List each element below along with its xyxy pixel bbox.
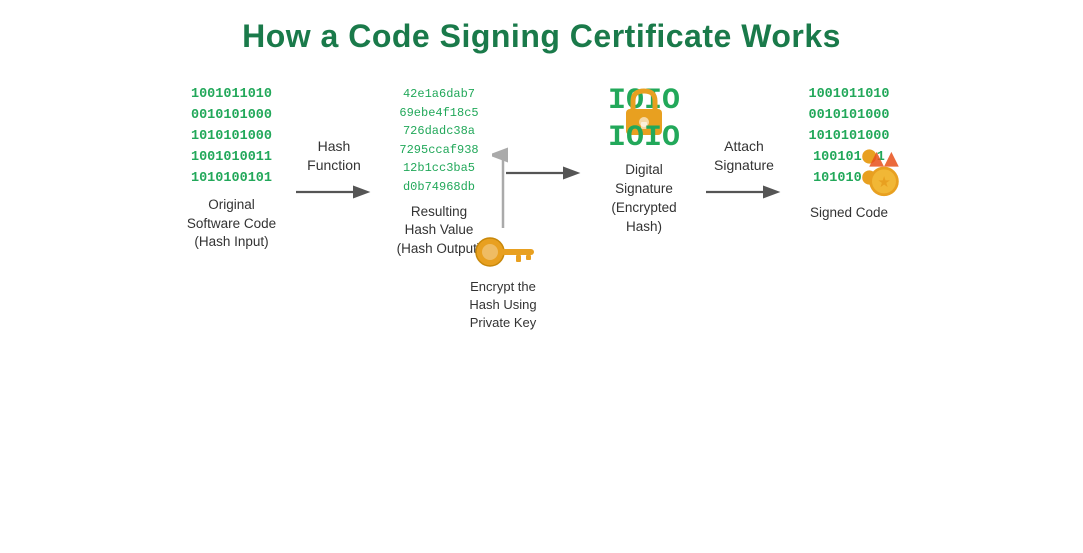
arrow-to-hash <box>290 175 378 203</box>
signed-code-wrap: 100101101000101010001010101000100101⬤110… <box>808 85 889 190</box>
page-title: How a Code Signing Certificate Works <box>0 0 1083 65</box>
sig-iоio2: IОIО <box>608 122 680 155</box>
signed-code-step: 100101101000101010001010101000100101⬤110… <box>789 85 909 223</box>
arrow-to-signed <box>704 175 784 208</box>
original-binary: 1001011010001010100010101010001001010011… <box>191 85 272 190</box>
signed-code-label: Signed Code <box>810 204 888 223</box>
digital-signature-step: IОIО IОIО DigitalSignature(Enc <box>589 85 699 237</box>
original-code-label: OriginalSoftware Code(Hash Input) <box>187 196 276 253</box>
private-key-label: Encrypt theHash UsingPrivate Key <box>448 278 558 333</box>
private-key-section: Encrypt theHash UsingPrivate Key <box>448 145 558 333</box>
key-icon <box>468 234 538 272</box>
svg-text:★: ★ <box>877 175 890 191</box>
hash-function-label: HashFunction <box>289 85 379 175</box>
attach-signature-label: AttachSignature <box>699 85 789 175</box>
digital-sig-label: DigitalSignature(EncryptedHash) <box>611 161 676 237</box>
medal-icon: ★ <box>860 150 908 198</box>
vertical-arrow <box>492 145 514 230</box>
original-code-step: 1001011010001010100010101010001001010011… <box>174 85 289 252</box>
